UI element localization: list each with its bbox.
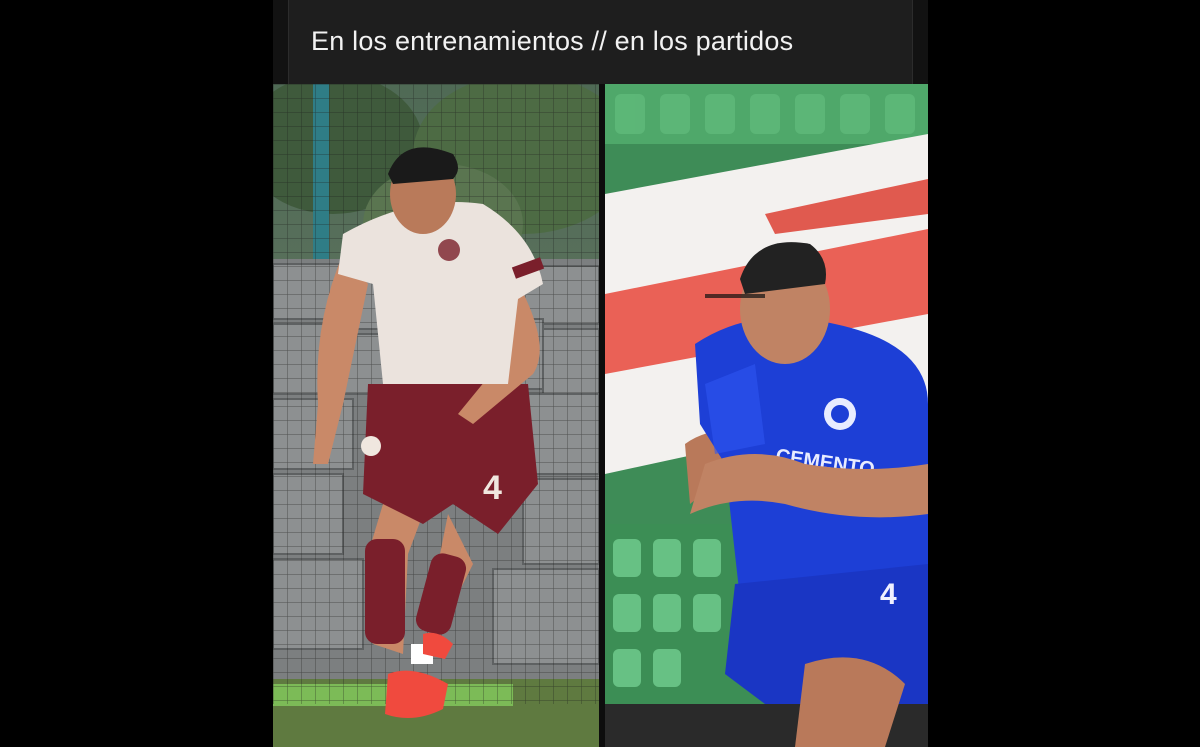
svg-text:4: 4: [880, 578, 897, 611]
match-illustration: CEMENTO 4: [605, 84, 928, 747]
training-photo[interactable]: 4: [273, 84, 599, 747]
match-photo[interactable]: CEMENTO 4: [605, 84, 928, 747]
svg-text:4: 4: [483, 469, 502, 507]
caption-bar: En los entrenamientos // en los partidos: [288, 0, 913, 84]
training-illustration: 4: [273, 84, 599, 747]
post-caption: En los entrenamientos // en los partidos: [311, 26, 794, 56]
post-container: En los entrenamientos // en los partidos: [273, 0, 928, 747]
